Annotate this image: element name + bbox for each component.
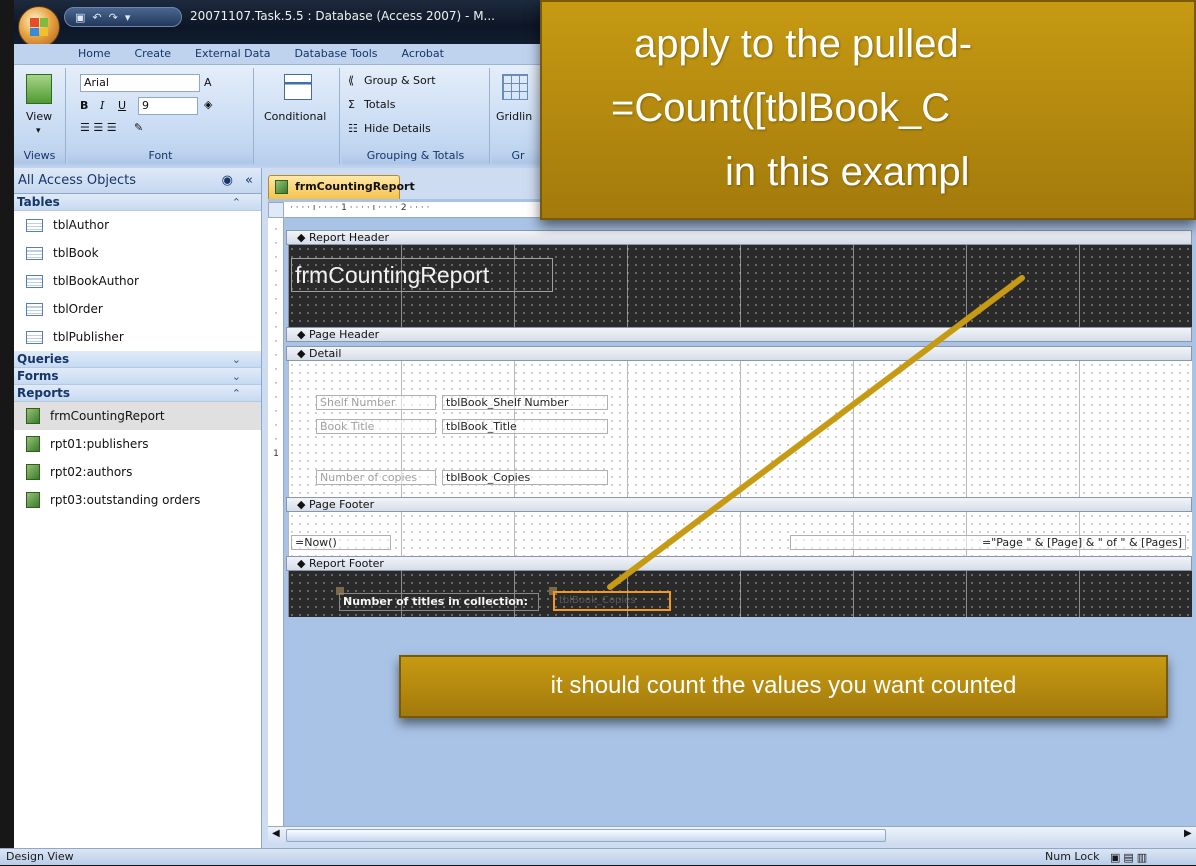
callout-box-small: it should count the values you want coun…: [399, 655, 1168, 718]
leader-line: [607, 275, 1025, 590]
callout-box-large: apply to the pulled- =Count([tblBook_C i…: [540, 0, 1196, 220]
callout-line-2: =Count([tblBook_C: [611, 86, 951, 130]
callout-line-1: apply to the pulled-: [634, 22, 973, 66]
callout-line-3: in this exampl: [725, 150, 970, 194]
